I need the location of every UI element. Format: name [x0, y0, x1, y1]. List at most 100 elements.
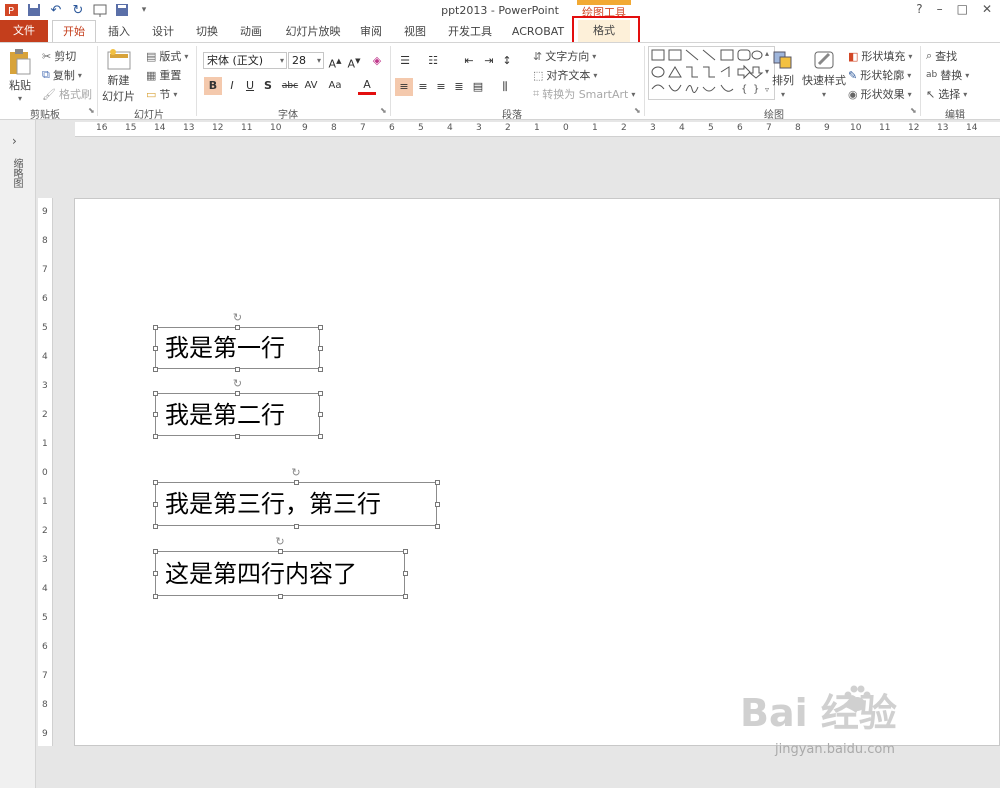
align-text-button[interactable]: ⬚ 对齐文本 ▾ — [533, 67, 597, 83]
align-center-icon[interactable]: ≡ — [414, 78, 432, 96]
underline-button[interactable]: U — [241, 77, 259, 95]
gallery-up-icon[interactable]: ▴ — [765, 49, 769, 58]
arrange-button[interactable]: 排列 ▾ — [772, 50, 794, 99]
clear-formatting-icon[interactable]: ◈ — [368, 52, 386, 70]
change-case-button[interactable]: Aa — [324, 77, 346, 95]
resize-handle[interactable] — [293, 479, 299, 485]
clipboard-launcher-icon[interactable]: ⬊ — [88, 107, 96, 115]
copy-button[interactable]: ⧉ 复制 ▾ — [42, 67, 82, 83]
tab-slideshow[interactable]: 幻灯片放映 — [284, 23, 342, 40]
resize-handle[interactable] — [317, 324, 323, 330]
justify-icon[interactable]: ≣ — [450, 78, 468, 96]
decrease-indent-icon[interactable]: ⇤ — [460, 52, 478, 70]
bold-button[interactable]: B — [204, 77, 222, 95]
resize-handle[interactable] — [317, 345, 323, 351]
columns-icon[interactable]: ⫼ — [496, 78, 514, 96]
rotate-handle-icon[interactable]: ↻ — [275, 536, 285, 547]
text-box-4[interactable]: 这是第四行内容了 — [155, 551, 405, 596]
shape-effects-button[interactable]: ◉ 形状效果 ▾ — [848, 86, 912, 102]
tab-acrobat[interactable]: ACROBAT — [510, 23, 566, 40]
help-icon[interactable]: ? — [916, 2, 922, 16]
rotate-handle-icon[interactable]: ↻ — [233, 312, 243, 323]
resize-handle[interactable] — [317, 390, 323, 396]
tab-home[interactable]: 开始 — [52, 20, 96, 42]
text-box-1[interactable]: 我是第一行 — [155, 327, 320, 369]
find-button[interactable]: ⌕ 查找 — [926, 48, 957, 64]
shrink-font-icon[interactable]: A▼ — [345, 52, 363, 71]
layout-button[interactable]: ▤ 版式 ▾ — [146, 48, 188, 64]
resize-handle[interactable] — [152, 501, 158, 507]
align-left-icon[interactable]: ≡ — [395, 78, 413, 96]
tab-insert[interactable]: 插入 — [106, 23, 132, 40]
align-right-icon[interactable]: ≡ — [432, 78, 450, 96]
italic-button[interactable]: I — [223, 77, 241, 95]
thumbnail-pane-label[interactable]: 缩略图 — [10, 158, 24, 188]
resize-handle[interactable] — [152, 324, 158, 330]
shape-outline-button[interactable]: ✎ 形状轮廓 ▾ — [848, 67, 911, 83]
resize-handle[interactable] — [293, 523, 299, 529]
quick-styles-button[interactable]: 快速样式 ▾ — [802, 50, 846, 99]
tab-developer[interactable]: 开发工具 — [446, 23, 494, 40]
resize-handle[interactable] — [152, 433, 158, 439]
paste-button[interactable]: 粘贴 ▾ — [8, 48, 32, 103]
tab-file[interactable]: 文件 — [0, 20, 48, 42]
resize-handle[interactable] — [152, 366, 158, 372]
text-shadow-button[interactable]: S — [259, 77, 277, 95]
section-button[interactable]: ▭ 节 ▾ — [146, 86, 177, 102]
increase-indent-icon[interactable]: ⇥ — [480, 52, 498, 70]
resize-handle[interactable] — [402, 571, 408, 576]
font-name-combobox[interactable]: 宋体 (正文) ▾ — [203, 52, 287, 69]
minimize-button[interactable]: – — [937, 2, 943, 16]
resize-handle[interactable] — [434, 479, 440, 485]
character-spacing-button[interactable]: AV — [300, 77, 322, 95]
resize-handle[interactable] — [235, 324, 240, 330]
distributed-icon[interactable]: ▤ — [469, 78, 487, 96]
tab-view[interactable]: 视图 — [402, 23, 428, 40]
resize-handle[interactable] — [235, 390, 240, 396]
resize-handle[interactable] — [152, 523, 158, 529]
format-painter-button[interactable]: 🖌 格式刷 — [42, 86, 92, 102]
resize-handle[interactable] — [152, 345, 158, 351]
resize-handle[interactable] — [317, 412, 323, 417]
paragraph-launcher-icon[interactable]: ⬊ — [634, 107, 642, 115]
maximize-button[interactable]: □ — [957, 2, 968, 16]
tab-design[interactable]: 设计 — [150, 23, 176, 40]
font-launcher-icon[interactable]: ⬊ — [380, 107, 388, 115]
expand-pane-icon[interactable]: › — [12, 134, 17, 148]
resize-handle[interactable] — [235, 433, 240, 439]
rotate-handle-icon[interactable]: ↻ — [233, 378, 243, 389]
tab-review[interactable]: 审阅 — [358, 23, 384, 40]
text-direction-button[interactable]: ⇵ 文字方向 ▾ — [533, 48, 596, 64]
smartart-button[interactable]: ⌗ 转换为 SmartArt ▾ — [533, 86, 635, 102]
font-size-combobox[interactable]: 28 ▾ — [288, 52, 324, 69]
resize-handle[interactable] — [277, 548, 283, 554]
resize-handle[interactable] — [152, 593, 158, 599]
rotate-handle-icon[interactable]: ↻ — [291, 467, 301, 478]
slide-canvas[interactable] — [74, 198, 1000, 746]
resize-handle[interactable] — [317, 366, 323, 372]
replace-button[interactable]: ab 替换 ▾ — [926, 67, 969, 83]
resize-handle[interactable] — [277, 593, 283, 599]
resize-handle[interactable] — [152, 412, 158, 417]
close-button[interactable]: ✕ — [982, 2, 992, 16]
resize-handle[interactable] — [152, 479, 158, 485]
shapes-gallery[interactable]: {} — [648, 46, 766, 100]
resize-handle[interactable] — [152, 548, 158, 554]
text-box-3[interactable]: 我是第三行，第三行 — [155, 482, 437, 526]
resize-handle[interactable] — [235, 366, 240, 372]
tab-transitions[interactable]: 切换 — [194, 23, 220, 40]
gallery-down-icon[interactable]: ▾ — [765, 67, 769, 76]
font-color-button[interactable]: A — [358, 77, 376, 95]
reset-button[interactable]: ▦ 重置 — [146, 67, 181, 83]
drawing-launcher-icon[interactable]: ⬊ — [910, 107, 918, 115]
resize-handle[interactable] — [434, 501, 440, 507]
gallery-more-icon[interactable]: ▿ — [765, 85, 769, 94]
tab-animations[interactable]: 动画 — [238, 23, 264, 40]
resize-handle[interactable] — [152, 390, 158, 396]
strikethrough-button[interactable]: abc — [279, 77, 301, 95]
resize-handle[interactable] — [317, 433, 323, 439]
line-spacing-icon[interactable]: ↕ — [498, 52, 516, 70]
bullets-icon[interactable]: ☰ — [396, 52, 414, 70]
grow-font-icon[interactable]: A▲ — [326, 52, 344, 71]
select-button[interactable]: ↖ 选择 ▾ — [926, 86, 967, 102]
